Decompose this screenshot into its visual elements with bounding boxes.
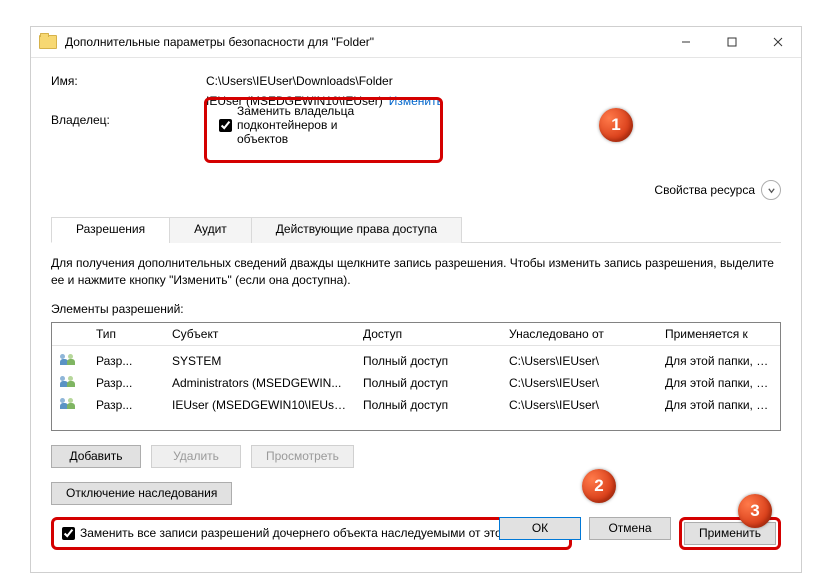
list-header: Тип Субъект Доступ Унаследовано от Приме… (52, 323, 780, 346)
hint-text: Для получения дополнительных сведений дв… (51, 255, 781, 290)
highlight-2: Заменить все записи разрешений дочернего… (51, 517, 572, 550)
col-inherited[interactable]: Унаследовано от (501, 323, 657, 345)
col-access[interactable]: Доступ (355, 323, 501, 345)
replace-owner-checkbox[interactable] (219, 119, 232, 132)
col-type[interactable]: Тип (88, 323, 164, 345)
resource-properties-label: Свойства ресурса (654, 183, 755, 197)
replace-child-label: Заменить все записи разрешений дочернего… (80, 526, 561, 540)
table-row[interactable]: Разр...SYSTEMПолный доступC:\Users\IEUse… (52, 350, 780, 372)
remove-button[interactable]: Удалить (151, 445, 241, 468)
maximize-button[interactable] (709, 27, 755, 57)
permissions-list: Тип Субъект Доступ Унаследовано от Приме… (51, 322, 781, 431)
highlight-1: Заменить владельца подконтейнеров и объе… (204, 97, 443, 163)
col-subject[interactable]: Субъект (164, 323, 355, 345)
disable-inheritance-button[interactable]: Отключение наследования (51, 482, 232, 505)
callout-badge-1: 1 (599, 108, 633, 142)
ok-button[interactable]: ОК (499, 517, 581, 540)
window-title: Дополнительные параметры безопасности дл… (65, 35, 663, 49)
tabs: Разрешения Аудит Действующие права досту… (51, 216, 781, 243)
tab-effective[interactable]: Действующие права доступа (251, 217, 462, 243)
name-value: C:\Users\IEUser\Downloads\Folder (206, 74, 393, 88)
close-button[interactable] (755, 27, 801, 57)
resource-properties[interactable]: Свойства ресурса (654, 180, 781, 200)
titlebar: Дополнительные параметры безопасности дл… (31, 27, 801, 58)
add-button[interactable]: Добавить (51, 445, 141, 468)
callout-badge-2: 2 (582, 469, 616, 503)
table-row[interactable]: Разр...IEUser (MSEDGEWIN10\IEUser)Полный… (52, 394, 780, 416)
col-applies[interactable]: Применяется к (657, 323, 780, 345)
owner-label: Владелец: (51, 113, 206, 127)
folder-icon (39, 35, 57, 49)
permissions-heading: Элементы разрешений: (51, 302, 781, 316)
table-row[interactable]: Разр...Administrators (MSEDGEWIN...Полны… (52, 372, 780, 394)
chevron-down-icon (761, 180, 781, 200)
minimize-button[interactable] (663, 27, 709, 57)
tab-audit[interactable]: Аудит (169, 217, 252, 243)
view-button[interactable]: Просмотреть (251, 445, 354, 468)
replace-owner-label: Заменить владельца подконтейнеров и объе… (237, 104, 380, 146)
replace-child-checkbox[interactable] (62, 527, 75, 540)
name-label: Имя: (51, 74, 206, 88)
callout-badge-3: 3 (738, 494, 772, 528)
tab-permissions[interactable]: Разрешения (51, 217, 170, 243)
security-dialog: Дополнительные параметры безопасности дл… (30, 26, 802, 573)
cancel-button[interactable]: Отмена (589, 517, 671, 540)
